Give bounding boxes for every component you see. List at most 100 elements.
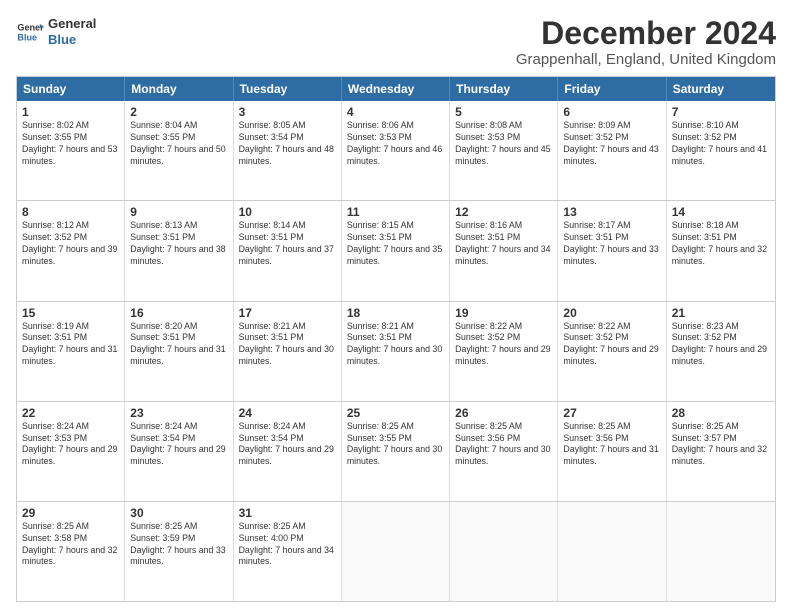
day-info: Sunrise: 8:25 AMSunset: 3:58 PMDaylight:… [22, 521, 119, 569]
calendar-cell: 28Sunrise: 8:25 AMSunset: 3:57 PMDayligh… [667, 402, 775, 501]
day-info: Sunrise: 8:19 AMSunset: 3:51 PMDaylight:… [22, 321, 119, 369]
day-number: 28 [672, 406, 770, 420]
day-number: 12 [455, 205, 552, 219]
day-number: 8 [22, 205, 119, 219]
logo-icon: General Blue [16, 18, 44, 46]
day-info: Sunrise: 8:18 AMSunset: 3:51 PMDaylight:… [672, 220, 770, 268]
calendar-cell: 10Sunrise: 8:14 AMSunset: 3:51 PMDayligh… [234, 201, 342, 300]
day-info: Sunrise: 8:13 AMSunset: 3:51 PMDaylight:… [130, 220, 227, 268]
calendar-header: SundayMondayTuesdayWednesdayThursdayFrid… [17, 77, 775, 101]
calendar-cell: 2Sunrise: 8:04 AMSunset: 3:55 PMDaylight… [125, 101, 233, 200]
day-info: Sunrise: 8:15 AMSunset: 3:51 PMDaylight:… [347, 220, 444, 268]
calendar-cell: 29Sunrise: 8:25 AMSunset: 3:58 PMDayligh… [17, 502, 125, 601]
header: General Blue General Blue December 2024 … [16, 16, 776, 68]
main-title: December 2024 [516, 16, 776, 51]
day-number: 23 [130, 406, 227, 420]
day-info: Sunrise: 8:25 AMSunset: 3:57 PMDaylight:… [672, 421, 770, 469]
day-info: Sunrise: 8:24 AMSunset: 3:54 PMDaylight:… [130, 421, 227, 469]
day-info: Sunrise: 8:25 AMSunset: 3:56 PMDaylight:… [455, 421, 552, 469]
day-info: Sunrise: 8:24 AMSunset: 3:53 PMDaylight:… [22, 421, 119, 469]
day-number: 14 [672, 205, 770, 219]
page: General Blue General Blue December 2024 … [0, 0, 792, 612]
day-info: Sunrise: 8:05 AMSunset: 3:54 PMDaylight:… [239, 120, 336, 168]
day-number: 30 [130, 506, 227, 520]
calendar-cell: 1Sunrise: 8:02 AMSunset: 3:55 PMDaylight… [17, 101, 125, 200]
day-number: 29 [22, 506, 119, 520]
calendar-cell: 31Sunrise: 8:25 AMSunset: 4:00 PMDayligh… [234, 502, 342, 601]
day-number: 19 [455, 306, 552, 320]
day-number: 1 [22, 105, 119, 119]
day-number: 16 [130, 306, 227, 320]
day-info: Sunrise: 8:25 AMSunset: 3:56 PMDaylight:… [563, 421, 660, 469]
day-number: 11 [347, 205, 444, 219]
calendar-cell: 12Sunrise: 8:16 AMSunset: 3:51 PMDayligh… [450, 201, 558, 300]
calendar-header-thursday: Thursday [450, 77, 558, 101]
day-number: 5 [455, 105, 552, 119]
calendar-cell: 21Sunrise: 8:23 AMSunset: 3:52 PMDayligh… [667, 302, 775, 401]
calendar: SundayMondayTuesdayWednesdayThursdayFrid… [16, 76, 776, 602]
calendar-cell: 16Sunrise: 8:20 AMSunset: 3:51 PMDayligh… [125, 302, 233, 401]
calendar-cell [667, 502, 775, 601]
calendar-cell: 18Sunrise: 8:21 AMSunset: 3:51 PMDayligh… [342, 302, 450, 401]
day-info: Sunrise: 8:08 AMSunset: 3:53 PMDaylight:… [455, 120, 552, 168]
calendar-header-friday: Friday [558, 77, 666, 101]
calendar-cell: 26Sunrise: 8:25 AMSunset: 3:56 PMDayligh… [450, 402, 558, 501]
subtitle: Grappenhall, England, United Kingdom [516, 51, 776, 68]
calendar-cell: 24Sunrise: 8:24 AMSunset: 3:54 PMDayligh… [234, 402, 342, 501]
day-number: 21 [672, 306, 770, 320]
calendar-cell: 15Sunrise: 8:19 AMSunset: 3:51 PMDayligh… [17, 302, 125, 401]
day-info: Sunrise: 8:16 AMSunset: 3:51 PMDaylight:… [455, 220, 552, 268]
day-number: 2 [130, 105, 227, 119]
day-info: Sunrise: 8:04 AMSunset: 3:55 PMDaylight:… [130, 120, 227, 168]
calendar-cell: 14Sunrise: 8:18 AMSunset: 3:51 PMDayligh… [667, 201, 775, 300]
day-info: Sunrise: 8:02 AMSunset: 3:55 PMDaylight:… [22, 120, 119, 168]
calendar-cell: 23Sunrise: 8:24 AMSunset: 3:54 PMDayligh… [125, 402, 233, 501]
svg-text:Blue: Blue [17, 32, 37, 42]
title-block: December 2024 Grappenhall, England, Unit… [516, 16, 776, 68]
day-info: Sunrise: 8:09 AMSunset: 3:52 PMDaylight:… [563, 120, 660, 168]
calendar-cell: 9Sunrise: 8:13 AMSunset: 3:51 PMDaylight… [125, 201, 233, 300]
calendar-cell: 22Sunrise: 8:24 AMSunset: 3:53 PMDayligh… [17, 402, 125, 501]
calendar-body: 1Sunrise: 8:02 AMSunset: 3:55 PMDaylight… [17, 101, 775, 601]
day-number: 13 [563, 205, 660, 219]
day-info: Sunrise: 8:22 AMSunset: 3:52 PMDaylight:… [563, 321, 660, 369]
day-info: Sunrise: 8:14 AMSunset: 3:51 PMDaylight:… [239, 220, 336, 268]
day-number: 20 [563, 306, 660, 320]
calendar-week-4: 22Sunrise: 8:24 AMSunset: 3:53 PMDayligh… [17, 401, 775, 501]
day-info: Sunrise: 8:22 AMSunset: 3:52 PMDaylight:… [455, 321, 552, 369]
day-info: Sunrise: 8:17 AMSunset: 3:51 PMDaylight:… [563, 220, 660, 268]
calendar-cell: 30Sunrise: 8:25 AMSunset: 3:59 PMDayligh… [125, 502, 233, 601]
calendar-week-2: 8Sunrise: 8:12 AMSunset: 3:52 PMDaylight… [17, 200, 775, 300]
calendar-week-5: 29Sunrise: 8:25 AMSunset: 3:58 PMDayligh… [17, 501, 775, 601]
day-info: Sunrise: 8:20 AMSunset: 3:51 PMDaylight:… [130, 321, 227, 369]
calendar-cell: 4Sunrise: 8:06 AMSunset: 3:53 PMDaylight… [342, 101, 450, 200]
calendar-cell [450, 502, 558, 601]
calendar-cell: 25Sunrise: 8:25 AMSunset: 3:55 PMDayligh… [342, 402, 450, 501]
calendar-cell: 17Sunrise: 8:21 AMSunset: 3:51 PMDayligh… [234, 302, 342, 401]
calendar-week-1: 1Sunrise: 8:02 AMSunset: 3:55 PMDaylight… [17, 101, 775, 200]
day-number: 6 [563, 105, 660, 119]
calendar-cell: 11Sunrise: 8:15 AMSunset: 3:51 PMDayligh… [342, 201, 450, 300]
calendar-header-sunday: Sunday [17, 77, 125, 101]
day-info: Sunrise: 8:12 AMSunset: 3:52 PMDaylight:… [22, 220, 119, 268]
day-info: Sunrise: 8:25 AMSunset: 4:00 PMDaylight:… [239, 521, 336, 569]
day-number: 27 [563, 406, 660, 420]
calendar-cell: 8Sunrise: 8:12 AMSunset: 3:52 PMDaylight… [17, 201, 125, 300]
day-number: 25 [347, 406, 444, 420]
day-info: Sunrise: 8:21 AMSunset: 3:51 PMDaylight:… [347, 321, 444, 369]
day-number: 22 [22, 406, 119, 420]
calendar-header-tuesday: Tuesday [234, 77, 342, 101]
calendar-cell [558, 502, 666, 601]
calendar-cell: 27Sunrise: 8:25 AMSunset: 3:56 PMDayligh… [558, 402, 666, 501]
day-info: Sunrise: 8:25 AMSunset: 3:59 PMDaylight:… [130, 521, 227, 569]
calendar-cell: 5Sunrise: 8:08 AMSunset: 3:53 PMDaylight… [450, 101, 558, 200]
calendar-cell: 6Sunrise: 8:09 AMSunset: 3:52 PMDaylight… [558, 101, 666, 200]
calendar-cell: 19Sunrise: 8:22 AMSunset: 3:52 PMDayligh… [450, 302, 558, 401]
day-info: Sunrise: 8:23 AMSunset: 3:52 PMDaylight:… [672, 321, 770, 369]
day-number: 10 [239, 205, 336, 219]
logo-general: General [48, 16, 96, 32]
day-info: Sunrise: 8:24 AMSunset: 3:54 PMDaylight:… [239, 421, 336, 469]
calendar-header-monday: Monday [125, 77, 233, 101]
day-info: Sunrise: 8:06 AMSunset: 3:53 PMDaylight:… [347, 120, 444, 168]
day-number: 18 [347, 306, 444, 320]
